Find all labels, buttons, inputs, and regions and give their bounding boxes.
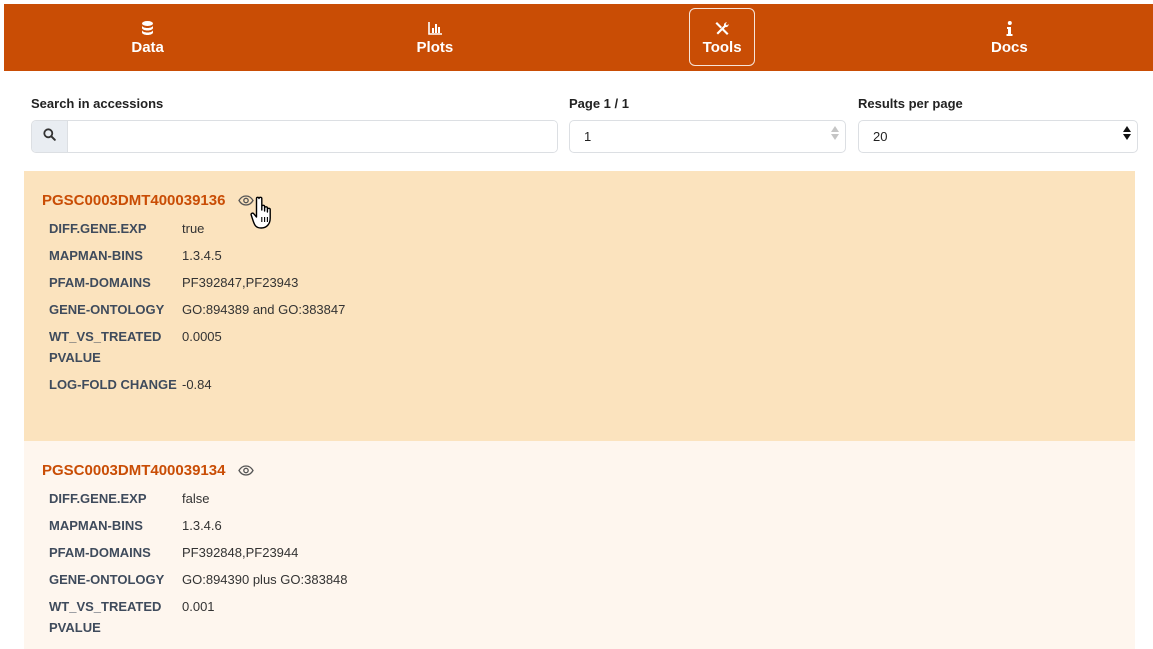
nav-item-docs[interactable]: Docs (866, 4, 1153, 71)
field-key: MAPMAN-BINS (49, 248, 143, 263)
top-nav: Data Plots Tools Docs (4, 4, 1153, 71)
page-number-value: 1 (584, 129, 592, 144)
page-number-input[interactable]: 1 (569, 120, 846, 153)
search-button[interactable] (32, 121, 68, 152)
field-value: false (182, 491, 210, 506)
field-value: GO:894389 and GO:383847 (182, 302, 346, 317)
results-per-page-stepper[interactable] (1123, 126, 1131, 140)
field-row: GENE-ONTOLOGY GO:894390 plus GO:383848 (42, 569, 1117, 590)
field-row: MAPMAN-BINS 1.3.4.6 (42, 515, 1117, 536)
field-value: PF392848,PF23944 (182, 545, 299, 560)
nav-item-label: Data (131, 38, 164, 56)
result-card: PGSC0003DMT400039136 DIFF.GENE.EXP true M… (24, 171, 1135, 441)
eye-icon[interactable] (238, 464, 255, 476)
nav-item-tools[interactable]: Tools (579, 4, 866, 71)
nav-item-label: Plots (416, 38, 454, 56)
field-row: DIFF.GENE.EXP true (42, 218, 1117, 239)
field-value: 0.001 (182, 599, 215, 614)
result-card: PGSC0003DMT400039134 DIFF.GENE.EXP false … (24, 441, 1135, 649)
field-row: PFAM-DOMAINS PF392848,PF23944 (42, 542, 1117, 563)
field-value: PF392847,PF23943 (182, 275, 299, 290)
page-stepper[interactable] (831, 126, 839, 140)
field-row: MAPMAN-BINS 1.3.4.5 (42, 245, 1117, 266)
field-value: 1.3.4.6 (182, 518, 222, 533)
results-per-page-input[interactable]: 20 (858, 120, 1138, 153)
field-key: GENE-ONTOLOGY (49, 302, 165, 317)
field-key: DIFF.GENE.EXP (49, 491, 147, 506)
search-icon (43, 127, 56, 146)
field-key: PFAM-DOMAINS (49, 545, 151, 560)
field-key: WT_VS_TREATED PVALUE (49, 329, 162, 365)
field-row: DIFF.GENE.EXP false (42, 488, 1117, 509)
nav-item-data[interactable]: Data (4, 4, 291, 71)
field-value: true (182, 221, 205, 236)
field-row: PFAM-DOMAINS PF392847,PF23943 (42, 272, 1117, 293)
field-value: 0.0005 (182, 329, 222, 344)
accession-link[interactable]: PGSC0003DMT400039136 (42, 192, 225, 209)
field-row: LOG-FOLD CHANGE -0.84 (42, 374, 1117, 395)
field-list: DIFF.GENE.EXP true MAPMAN-BINS 1.3.4.5 PFA… (42, 218, 1117, 395)
field-row: GENE-ONTOLOGY GO:894389 and GO:383847 (42, 299, 1117, 320)
field-value: -0.84 (182, 377, 212, 392)
field-list: DIFF.GENE.EXP false MAPMAN-BINS 1.3.4.6 PF… (42, 488, 1117, 638)
hand-cursor-icon (250, 195, 280, 236)
accession-link[interactable]: PGSC0003DMT400039134 (42, 462, 225, 479)
field-key: PFAM-DOMAINS (49, 275, 151, 290)
field-key: WT_VS_TREATED PVALUE (49, 599, 162, 635)
field-key: DIFF.GENE.EXP (49, 221, 147, 236)
field-key: LOG-FOLD CHANGE (49, 377, 177, 392)
results-per-page-value: 20 (873, 129, 888, 144)
field-key: GENE-ONTOLOGY (49, 572, 165, 587)
field-value: GO:894390 plus GO:383848 (182, 572, 348, 587)
info-icon (1006, 20, 1013, 37)
nav-item-label: Tools (702, 38, 742, 56)
results-per-page-label: Results per page (858, 96, 963, 111)
page-label: Page 1 / 1 (569, 96, 629, 111)
field-row: WT_VS_TREATED PVALUE 0.001 (42, 596, 1117, 638)
field-value: 1.3.4.5 (182, 248, 222, 263)
nav-item-label: Docs (991, 38, 1028, 56)
search-box (31, 120, 558, 153)
bar-chart-icon (428, 20, 442, 37)
search-input[interactable] (68, 121, 557, 152)
field-key: MAPMAN-BINS (49, 518, 143, 533)
database-icon (142, 20, 154, 37)
nav-item-plots[interactable]: Plots (291, 4, 578, 71)
tools-icon (715, 20, 730, 37)
search-label: Search in accessions (31, 96, 164, 111)
field-row: WT_VS_TREATED PVALUE 0.0005 (42, 326, 1117, 368)
